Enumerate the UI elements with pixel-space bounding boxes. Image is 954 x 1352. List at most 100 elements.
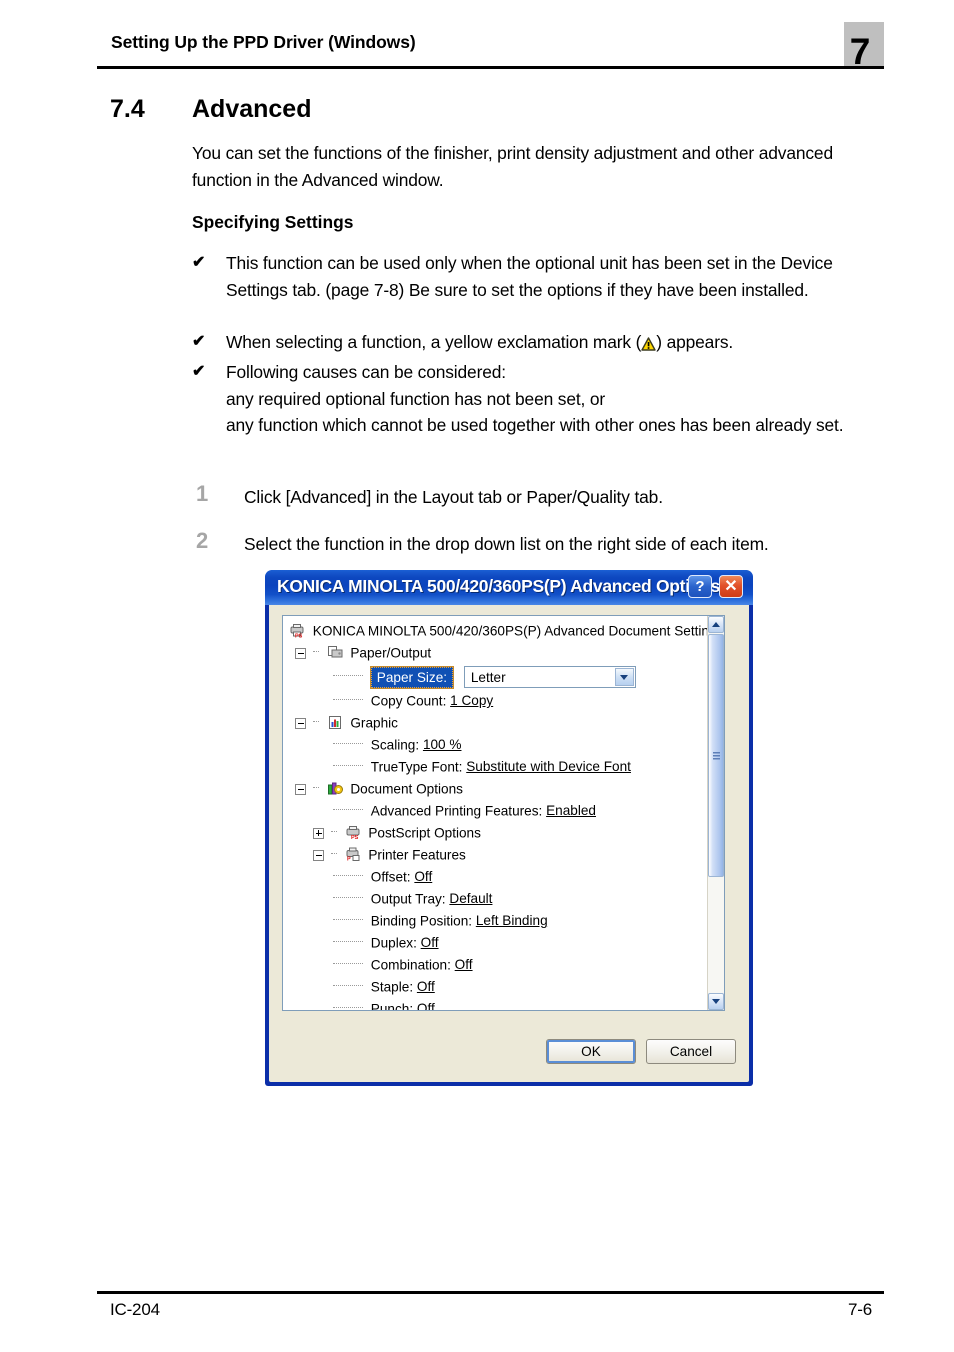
tree-group-document-options[interactable]: Document Options (289, 778, 706, 800)
scroll-up-icon[interactable] (708, 616, 724, 633)
cancel-button[interactable]: Cancel (646, 1039, 736, 1064)
tree-group-postscript-options[interactable]: PS PostScript Options (289, 822, 706, 844)
scaling-value[interactable]: 100 % (423, 737, 462, 752)
tree-scrollbar[interactable] (707, 616, 724, 1010)
list-item: ✔ When selecting a function, a yellow ex… (192, 329, 884, 356)
tree-item-staple[interactable]: Staple: Off (289, 976, 706, 998)
staple-value[interactable]: Off (417, 979, 435, 994)
scroll-down-icon[interactable] (708, 993, 724, 1010)
staple-label: Staple: (370, 979, 414, 995)
document-options-icon (327, 781, 343, 796)
advanced-options-dialog: KONICA MINOLTA 500/420/360PS(P) Advanced… (265, 570, 753, 1086)
offset-value[interactable]: Off (414, 869, 432, 884)
combination-value[interactable]: Off (455, 957, 473, 972)
copy-count-label: Copy Count: (370, 693, 447, 709)
section-intro-paragraph: You can set the functions of the finishe… (192, 143, 833, 190)
step-number-2: 2 (196, 528, 209, 553)
list-item: ✔ This function can be used only when th… (192, 250, 884, 303)
scrollbar-grip-icon (713, 751, 720, 760)
tree-group-label: PostScript Options (368, 825, 481, 841)
tree-item-duplex[interactable]: Duplex: Off (289, 932, 706, 954)
tree-root-label: KONICA MINOLTA 500/420/360PS(P) Advanced… (312, 623, 724, 639)
duplex-label: Duplex: (370, 935, 417, 951)
collapse-expander-icon[interactable] (313, 849, 324, 861)
close-icon[interactable]: ✕ (719, 575, 743, 598)
header-title: Setting Up the PPD Driver (Windows) (111, 32, 416, 52)
printer-features-icon: P (345, 847, 361, 862)
tree-group-label: Paper/Output (350, 645, 432, 661)
tree-connector (333, 674, 363, 677)
tree-item-binding-position[interactable]: Binding Position: Left Binding (289, 910, 706, 932)
tree-connector (333, 874, 363, 877)
output-tray-value[interactable]: Default (449, 891, 492, 906)
ok-button[interactable]: OK (546, 1039, 636, 1064)
paper-size-label[interactable]: Paper Size: (369, 665, 455, 689)
step-text-2: Select the function in the drop down lis… (244, 534, 769, 554)
advanced-printing-features-value[interactable]: Enabled (546, 803, 596, 818)
tree-group-paper-output[interactable]: Paper/Output (289, 642, 706, 664)
tree-item-output-tray[interactable]: Output Tray: Default (289, 888, 706, 910)
offset-label: Offset: (370, 869, 411, 885)
tree-item-combination[interactable]: Combination: Off (289, 954, 706, 976)
tree-connector (312, 720, 319, 723)
section-number: 7.4 (110, 95, 145, 123)
tree-connector (333, 764, 363, 767)
chevron-down-icon[interactable] (614, 668, 634, 687)
tree-connector (333, 962, 363, 965)
help-button[interactable]: ? (688, 575, 712, 598)
dialog-titlebar[interactable]: KONICA MINOLTA 500/420/360PS(P) Advanced… (265, 570, 753, 605)
punch-label: Punch: (370, 1001, 414, 1011)
subheading-specifying-settings: Specifying Settings (192, 212, 354, 232)
binding-position-label: Binding Position: (370, 913, 473, 929)
check-icon: ✔ (192, 254, 206, 271)
header-divider (97, 66, 884, 69)
tree-item-paper-size[interactable]: Paper Size: Letter (289, 664, 706, 690)
tree-item-offset[interactable]: Offset: Off (289, 866, 706, 888)
bullet-text: This function can be used only when the … (226, 253, 833, 300)
copy-count-value[interactable]: 1 Copy (450, 693, 493, 708)
tree-root-row[interactable]: PS KONICA MINOLTA 500/420/360PS(P) Advan… (289, 620, 723, 642)
tree-connector (333, 896, 363, 899)
bullet-text: Following causes can be considered: any … (226, 362, 844, 435)
tree-connector (333, 984, 363, 987)
paper-size-dropdown[interactable]: Letter (463, 666, 636, 689)
tree-item-punch[interactable]: Punch: Off (289, 998, 706, 1011)
tree-item-truetype-font[interactable]: TrueType Font: Substitute with Device Fo… (289, 756, 706, 778)
output-tray-label: Output Tray: (370, 891, 446, 907)
tree-item-advanced-printing-features[interactable]: Advanced Printing Features: Enabled (289, 800, 706, 822)
scrollbar-thumb[interactable] (708, 634, 724, 877)
tree-group-label: Graphic (350, 715, 398, 731)
check-icon: ✔ (192, 363, 206, 380)
dialog-body: PS KONICA MINOLTA 500/420/360PS(P) Advan… (269, 605, 749, 1082)
printer-ps-icon: PS (289, 623, 305, 639)
settings-tree-panel: PS KONICA MINOLTA 500/420/360PS(P) Advan… (282, 615, 725, 1011)
tree-item-copy-count[interactable]: Copy Count: 1 Copy (289, 690, 706, 712)
tree-connector (333, 698, 363, 701)
duplex-value[interactable]: Off (421, 935, 439, 950)
collapse-expander-icon[interactable] (295, 647, 306, 659)
truetype-font-value[interactable]: Substitute with Device Font (466, 759, 631, 774)
svg-text:PS: PS (351, 835, 359, 840)
section-title: Advanced (192, 95, 312, 123)
combination-label: Combination: (370, 957, 451, 973)
collapse-expander-icon[interactable] (295, 717, 306, 729)
expand-expander-icon[interactable] (313, 827, 324, 839)
binding-position-value[interactable]: Left Binding (476, 913, 548, 928)
collapse-expander-icon[interactable] (295, 783, 306, 795)
scaling-label: Scaling: (370, 737, 420, 753)
svg-text:PS: PS (295, 633, 303, 638)
bullet-text-after: ) appears. (656, 332, 734, 352)
tree-item-scaling[interactable]: Scaling: 100 % (289, 734, 706, 756)
tree-group-label: Printer Features (368, 847, 466, 863)
tree-group-printer-features[interactable]: P Printer Features (289, 844, 706, 866)
graphic-icon (327, 715, 343, 730)
tree-connector (333, 808, 363, 811)
list-item: ✔ Following causes can be considered: an… (192, 359, 884, 439)
step-number-1: 1 (196, 481, 209, 506)
tree-group-graphic[interactable]: Graphic (289, 712, 706, 734)
punch-value[interactable]: Off (417, 1001, 435, 1010)
tree-group-label: Document Options (350, 781, 463, 797)
tree-connector (330, 830, 337, 833)
tree-connector (312, 650, 319, 653)
tree-connector (330, 852, 337, 855)
